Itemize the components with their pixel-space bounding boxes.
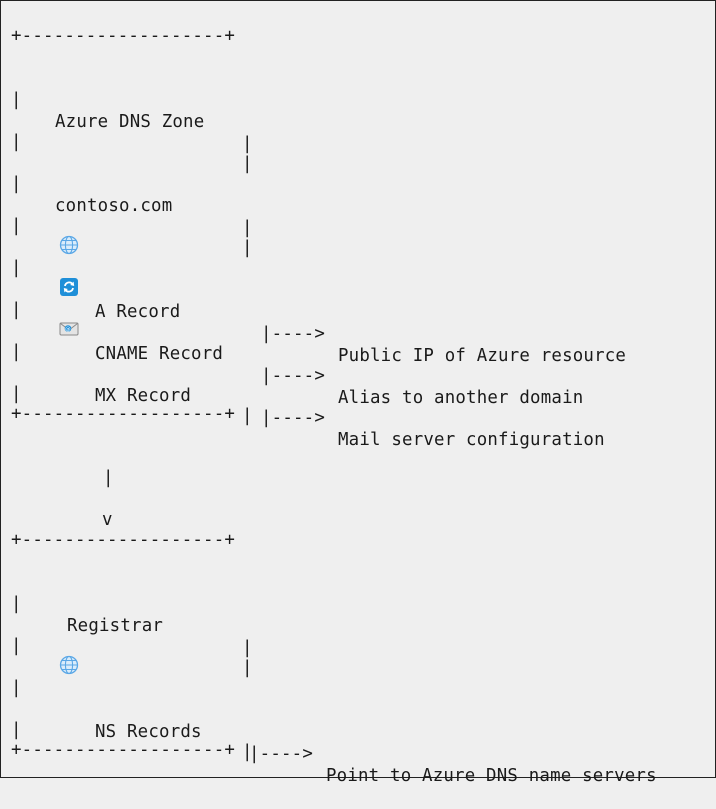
- record-target: Point to Azure DNS name servers: [326, 766, 657, 786]
- record-row-a: | A Record |----> Public IP of Azure res…: [11, 235, 626, 366]
- mail-icon: @: [59, 322, 79, 336]
- box-right-bar: |: [242, 658, 253, 678]
- zone-title: Azure DNS Zone: [55, 112, 205, 132]
- zone-domain: contoso.com: [55, 196, 173, 216]
- record-label: CNAME Record: [95, 344, 224, 364]
- box-left-bar: |: [11, 300, 22, 320]
- connector-bar: |: [103, 468, 114, 488]
- box-left-bar: |: [11, 174, 22, 194]
- globe-icon: [59, 235, 79, 255]
- box-left-bar: |: [11, 258, 22, 278]
- connector-arrowhead: v: [102, 510, 113, 530]
- registrar-box-top-border: +-------------------+: [11, 530, 236, 550]
- globe-icon: [59, 655, 79, 675]
- box-right-bar: |: [242, 406, 253, 426]
- zone-empty-row: | |: [11, 109, 252, 174]
- record-label: A Record: [95, 302, 181, 322]
- box-left-bar: |: [11, 132, 22, 152]
- box-right-bar: |: [242, 154, 253, 174]
- connector-line: |: [11, 445, 113, 488]
- zone-empty-row: | |: [11, 361, 252, 426]
- box-left-bar: |: [11, 90, 22, 110]
- connector-arrowhead-row: v: [11, 487, 112, 530]
- zone-title-row: | Azure DNS Zone |: [11, 67, 252, 154]
- record-target: Alias to another domain: [338, 388, 584, 408]
- sync-icon: [60, 278, 78, 296]
- record-row-mx: | @ MX Record |----> Mail server configu…: [11, 319, 605, 450]
- record-arrow: |---->: [249, 744, 314, 764]
- zone-box-top-border: +-------------------+: [11, 26, 236, 46]
- box-left-bar: |: [11, 216, 22, 236]
- zone-domain-row: | contoso.com |: [11, 151, 252, 238]
- box-right-bar: |: [242, 638, 253, 658]
- box-left-bar: |: [11, 678, 22, 698]
- record-target: Public IP of Azure resource: [338, 346, 627, 366]
- box-right-bar: |: [242, 238, 253, 258]
- box-left-bar: |: [11, 720, 22, 740]
- record-arrow: |---->: [261, 408, 326, 428]
- record-arrow: |---->: [261, 366, 326, 386]
- registrar-title-row: | Registrar |: [11, 571, 252, 658]
- diagram-frame: +-------------------+ | Azure DNS Zone |…: [0, 0, 716, 786]
- box-left-bar: |: [11, 594, 22, 614]
- registrar-empty-row: | |: [11, 697, 252, 762]
- zone-empty-row: | |: [11, 193, 252, 258]
- record-arrow: |---->: [261, 324, 326, 344]
- box-right-bar: |: [242, 218, 253, 238]
- svg-text:@: @: [65, 327, 71, 333]
- record-target: Mail server configuration: [338, 430, 605, 450]
- registrar-box-bottom-border: +-------------------+: [11, 740, 236, 760]
- box-right-bar: |: [242, 742, 253, 762]
- record-row-cname: | CNAME Record |----> Alias to another d…: [11, 277, 583, 408]
- box-left-bar: |: [11, 636, 22, 656]
- registrar-empty-row: | |: [11, 613, 252, 678]
- box-right-bar: |: [242, 134, 253, 154]
- box-left-bar: |: [11, 342, 22, 362]
- record-row-ns: | NS Records |----> Point to Azure DNS n…: [11, 655, 657, 786]
- box-left-bar: |: [11, 384, 22, 404]
- zone-box-bottom-border: +-------------------+: [11, 404, 236, 424]
- registrar-title: Registrar: [67, 616, 164, 636]
